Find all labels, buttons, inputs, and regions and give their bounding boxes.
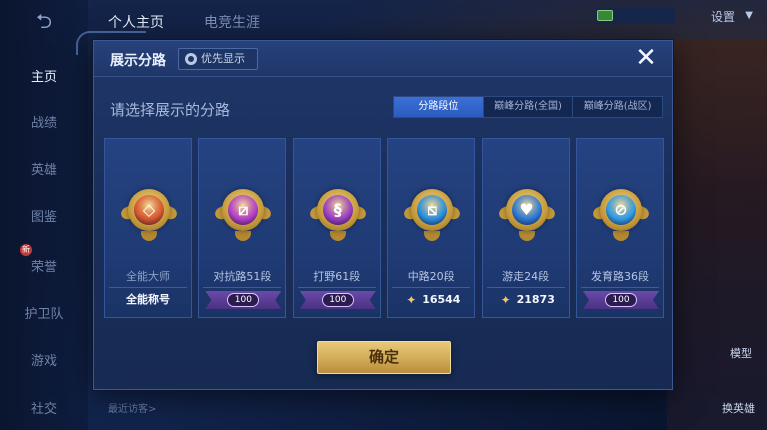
hero-portrait: [667, 40, 767, 430]
nav-item-heroes[interactable]: 英雄: [0, 159, 88, 178]
divider: [392, 287, 471, 288]
lane-card[interactable]: § 打野61段 100: [292, 138, 381, 318]
nav-item-record[interactable]: 战绩: [0, 112, 88, 131]
rank-badge-icon: ♥: [496, 183, 557, 243]
rank-badge-icon: ⧄: [213, 183, 274, 243]
lane-card-label: 对抗路51段: [213, 270, 272, 283]
currency-icon: [597, 10, 613, 21]
peak-score-value: 16544: [422, 293, 461, 306]
tab-personal-home[interactable]: 个人主页: [108, 12, 164, 32]
new-badge: 新: [20, 244, 32, 256]
nav-item-games[interactable]: 游戏: [0, 350, 88, 369]
lane-card[interactable]: ⧅ 中路20段 ✦ 16544: [387, 138, 476, 318]
close-icon[interactable]: ✕: [632, 44, 660, 72]
peak-score-value: 21873: [516, 293, 555, 306]
nav-item-home[interactable]: 主页: [0, 66, 88, 85]
lane-card-label: 发育路36段: [591, 270, 649, 283]
divider: [581, 287, 659, 288]
rank-badge-icon: ⧅: [402, 183, 463, 243]
tab-lane-rank[interactable]: 分路段位: [394, 97, 484, 117]
nav-item-codex[interactable]: 图鉴: [0, 206, 88, 225]
display-lane-dialog: 展示分路 优先显示 ✕ 请选择展示的分路 分路段位 巅峰分路(全国) 巅峰分路(…: [76, 31, 673, 390]
tab-peak-lane-national[interactable]: 巅峰分路(全国): [484, 97, 574, 117]
dialog-header: 展示分路 优先显示 ✕: [94, 41, 672, 77]
lane-card-title: 全能称号: [126, 293, 170, 306]
chevron-down-icon[interactable]: ▼: [745, 10, 753, 21]
rank-badge-icon: ⊘: [591, 183, 651, 243]
peak-score-icon: ✦: [406, 293, 417, 307]
priority-display-button[interactable]: 优先显示: [178, 48, 258, 70]
lane-card-label: 全能大师: [126, 270, 170, 283]
lane-card[interactable]: ⊘ 发育路36段 100: [576, 138, 664, 318]
rank-plaque-value: 100: [605, 293, 637, 307]
change-hero-label[interactable]: 换英雄: [722, 400, 755, 416]
rank-plaque-value: 100: [227, 293, 260, 307]
peak-score-icon: ✦: [500, 293, 511, 307]
divider: [109, 287, 187, 288]
lane-card-label: 游走24段: [502, 270, 550, 283]
back-button[interactable]: ⮌: [22, 10, 66, 32]
dialog-title: 展示分路: [110, 53, 166, 69]
lane-card[interactable]: ⧄ 对抗路51段 100: [198, 138, 287, 318]
top-right-bar: 设置 ▼: [587, 8, 757, 26]
nav-item-guard[interactable]: 护卫队: [0, 303, 88, 322]
lane-card-label: 中路20段: [407, 270, 455, 283]
nav-item-honor[interactable]: 荣誉: [0, 256, 88, 275]
lane-card[interactable]: ◇ 全能大师全能称号: [104, 138, 192, 318]
settings-button[interactable]: 设置: [711, 8, 735, 25]
priority-display-label: 优先显示: [201, 52, 245, 65]
confirm-button[interactable]: 确定: [317, 341, 451, 374]
tab-esports-career[interactable]: 电竞生涯: [204, 12, 260, 32]
rank-plaque: 100: [583, 291, 659, 309]
left-nav: ⮌ 主页 战绩 英雄 图鉴 新 荣誉 护卫队 游戏 社交: [0, 0, 88, 430]
lane-card[interactable]: ♥ 游走24段 ✦ 21873: [481, 138, 570, 318]
divider: [297, 287, 376, 288]
lane-type-segmented-control: 分路段位 巅峰分路(全国) 巅峰分路(战区): [393, 96, 663, 118]
dialog-subtitle: 请选择展示的分路: [110, 101, 231, 119]
rank-badge-icon: §: [307, 183, 368, 243]
gear-icon: [185, 53, 197, 65]
tab-peak-lane-region[interactable]: 巅峰分路(战区): [573, 97, 662, 117]
rank-plaque: 100: [299, 291, 376, 309]
divider: [203, 287, 282, 288]
model-label[interactable]: 模型: [730, 345, 752, 361]
currency-display: [595, 8, 675, 24]
rank-badge-icon: ◇: [119, 183, 179, 243]
lane-cards: ◇ 全能大师全能称号 ⧄ 对抗路51段 100 § 打野61段 100 ⧅ 中路20段 ✦ 16544…: [104, 138, 664, 318]
nav-item-social[interactable]: 社交: [0, 398, 88, 417]
rank-plaque-value: 100: [321, 293, 354, 307]
recent-visitors-label[interactable]: 最近访客>: [108, 400, 156, 415]
lane-card-label: 打野61段: [313, 270, 361, 283]
divider: [486, 287, 565, 288]
rank-plaque: 100: [205, 291, 282, 309]
